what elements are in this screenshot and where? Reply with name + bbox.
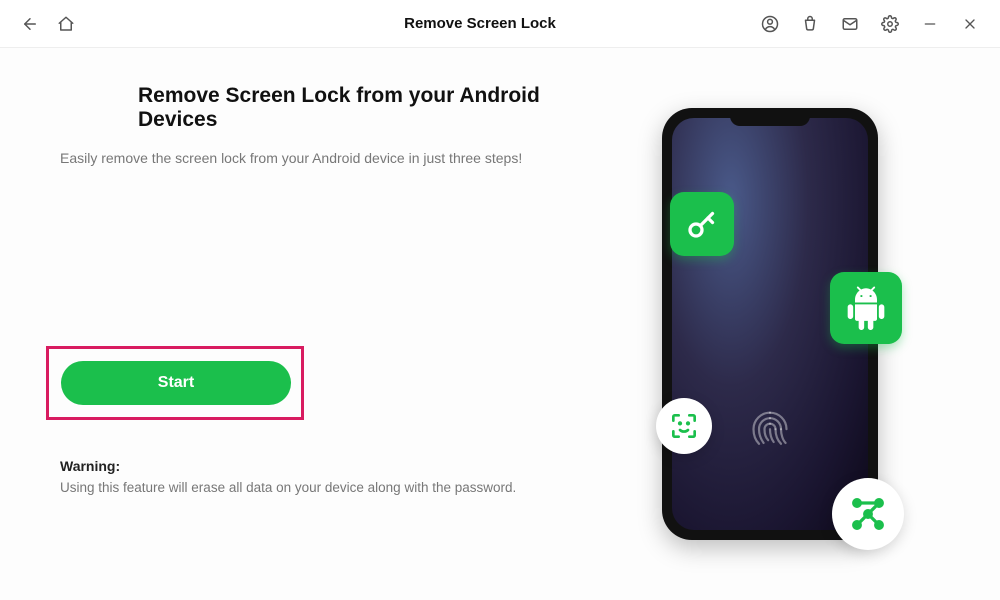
- start-highlight-box: Start: [46, 346, 304, 420]
- mail-button[interactable]: [836, 10, 864, 38]
- user-icon: [761, 15, 779, 33]
- back-button[interactable]: [16, 10, 44, 38]
- titlebar-right: [744, 10, 984, 38]
- minimize-icon: [922, 16, 938, 32]
- mail-icon: [841, 15, 859, 33]
- close-button[interactable]: [956, 10, 984, 38]
- content: Remove Screen Lock from your Android Dev…: [0, 48, 1000, 600]
- cart-button[interactable]: [796, 10, 824, 38]
- minimize-button[interactable]: [916, 10, 944, 38]
- warning-label: Warning:: [60, 458, 590, 474]
- home-icon: [57, 15, 75, 33]
- window-title: Remove Screen Lock: [216, 15, 744, 32]
- back-icon: [21, 15, 39, 33]
- fingerprint-icon: [748, 409, 792, 458]
- warning-block: Warning: Using this feature will erase a…: [60, 458, 590, 495]
- right-panel: [590, 78, 950, 570]
- android-icon: [830, 272, 902, 344]
- titlebar-left: [16, 10, 216, 38]
- phone-notch: [730, 112, 810, 126]
- settings-button[interactable]: [876, 10, 904, 38]
- page-heading: Remove Screen Lock from your Android Dev…: [138, 84, 590, 132]
- face-id-icon: [656, 398, 712, 454]
- key-icon: [670, 192, 734, 256]
- cart-icon: [801, 15, 819, 33]
- pattern-icon: [832, 478, 904, 550]
- phone-illustration: [662, 108, 878, 540]
- home-button[interactable]: [52, 10, 80, 38]
- app-window: Remove Screen Lock Remove Screen L: [0, 0, 1000, 600]
- page-subtext: Easily remove the screen lock from your …: [60, 150, 590, 166]
- start-button[interactable]: Start: [61, 361, 291, 405]
- user-button[interactable]: [756, 10, 784, 38]
- warning-text: Using this feature will erase all data o…: [60, 480, 590, 495]
- titlebar: Remove Screen Lock: [0, 0, 1000, 48]
- close-icon: [962, 16, 978, 32]
- gear-icon: [881, 15, 899, 33]
- left-panel: Remove Screen Lock from your Android Dev…: [50, 78, 590, 570]
